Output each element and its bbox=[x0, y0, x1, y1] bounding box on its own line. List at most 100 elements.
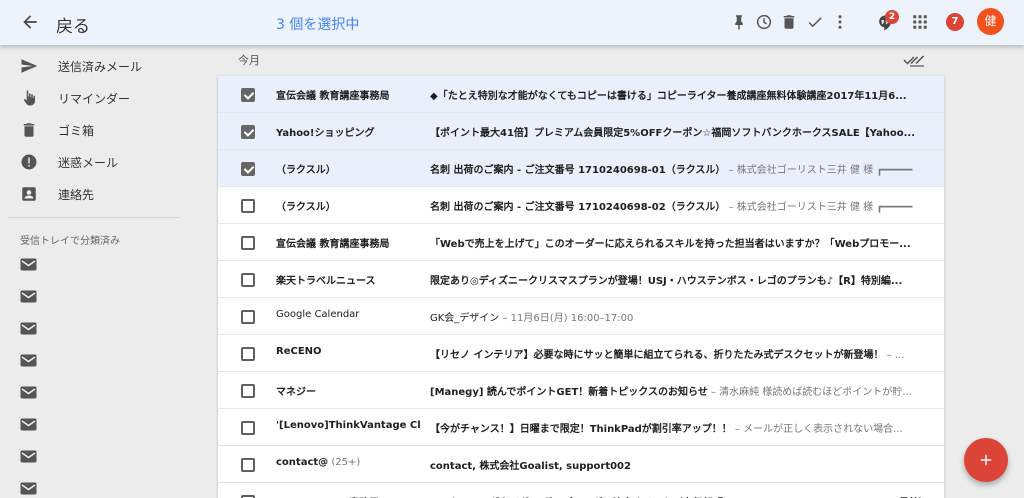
message-row[interactable]: 宣伝会議 教育講座事務局 「Webで売上を上げて」このオーダーに応えられるスキルを… bbox=[218, 224, 944, 261]
row-checkbox[interactable] bbox=[241, 199, 255, 213]
message-row[interactable]: 楽天トラベルニュース 限定あり◎ディズニークリスマスプランが登場！USJ・ハウステ… bbox=[218, 261, 944, 298]
sender-name: ReCENO bbox=[276, 346, 322, 357]
send-icon bbox=[20, 57, 38, 75]
mark-all-done-icon[interactable] bbox=[903, 51, 925, 67]
message-sender: Google Calendar bbox=[276, 309, 421, 320]
row-checkbox[interactable] bbox=[241, 421, 255, 435]
mail-label-icon[interactable] bbox=[20, 386, 37, 399]
message-sender: 宣伝会議 教育講座事務局 bbox=[276, 87, 421, 102]
row-checkbox[interactable] bbox=[241, 310, 255, 324]
sidebar-item-label: 迷惑メール bbox=[58, 156, 119, 170]
sidebar-item-label: ゴミ箱 bbox=[58, 124, 95, 138]
back-arrow-icon[interactable] bbox=[20, 12, 40, 32]
sidebar-item-trash[interactable]: ゴミ箱 bbox=[0, 114, 190, 146]
date-section-header: 今月 bbox=[238, 54, 260, 67]
sidebar-divider bbox=[8, 217, 180, 218]
message-row[interactable]: contact@ (25+) contact, 株式会社Goalist, supp… bbox=[218, 446, 944, 483]
mail-label-icon[interactable] bbox=[20, 482, 37, 495]
sidebar-item-reminders[interactable]: リマインダー bbox=[0, 82, 190, 114]
message-subject-line: 限定あり◎ディズニークリスマスプランが登場！USJ・ハウステンボス・レゴのプラン… bbox=[430, 272, 930, 287]
row-checkbox[interactable] bbox=[241, 273, 255, 287]
more-options-icon[interactable] bbox=[831, 13, 849, 31]
sender-name: Google Calendar bbox=[276, 309, 360, 320]
sidebar-item-contacts[interactable]: 連絡先 bbox=[0, 178, 190, 210]
sender-name: （ラクスル） bbox=[276, 165, 336, 176]
message-row[interactable]: （ラクスル） 名刺 出荷のご案内 - ご注文番号 1710240698-01（ラク… bbox=[218, 150, 944, 187]
delete-trash-icon[interactable] bbox=[780, 13, 798, 31]
message-subject-line: 名刺 出荷のご案内 - ご注文番号 1710240698-02（ラクスル） – … bbox=[430, 198, 930, 213]
message-sender: ReCENO bbox=[276, 346, 421, 357]
mail-label-icon[interactable] bbox=[20, 450, 37, 463]
back-button[interactable]: 戻る bbox=[56, 12, 90, 37]
row-checkbox[interactable] bbox=[241, 162, 255, 176]
mail-label-icon[interactable] bbox=[20, 418, 37, 431]
snooze-clock-icon[interactable] bbox=[755, 13, 773, 31]
row-checkbox[interactable] bbox=[241, 458, 255, 472]
trash-icon bbox=[20, 121, 38, 139]
message-subject-line: 【今がチャンス！】日曜まで限定！ThinkPadが割引率アップ！！ – メールが… bbox=[430, 420, 930, 435]
message-subject-line: [Manegy] 読んでポイントGET！新着トピックスのお知らせ – 清水麻純 … bbox=[430, 383, 930, 398]
thread-count: (25+) bbox=[328, 457, 361, 468]
message-row[interactable]: Yahoo!ショッピング 【ポイント最大41倍】プレミアム会員限定5%OFFクーポ… bbox=[218, 113, 944, 150]
message-row[interactable]: SHOEISHA iD事務局 マーケティングタイガー ガーデニングに注文するワケ（… bbox=[218, 483, 944, 498]
sender-name: （ラクスル） bbox=[276, 202, 336, 213]
message-sender: Yahoo!ショッピング bbox=[276, 124, 421, 139]
top-app-bar: 戻る 3 個を選択中 2 7 健 bbox=[0, 0, 1024, 45]
subject-text: contact, 株式会社Goalist, support002 bbox=[430, 461, 631, 472]
row-checkbox[interactable] bbox=[241, 125, 255, 139]
compose-fab-button[interactable] bbox=[964, 438, 1008, 482]
message-subject-line: 名刺 出荷のご案内 - ご注文番号 1710240698-01（ラクスル） – … bbox=[430, 161, 930, 176]
snippet-text: – ... bbox=[883, 350, 905, 361]
message-list: 宣伝会議 教育講座事務局 ◆「たとえ特別な才能がなくてもコピーは書ける」コピーライ… bbox=[218, 76, 944, 498]
subject-text: 「Webで売上を上げて」このオーダーに応えられるスキルを持った担当者はいますか？… bbox=[430, 239, 911, 250]
row-checkbox[interactable] bbox=[241, 236, 255, 250]
sender-name: contact@ bbox=[276, 457, 329, 468]
message-sender: （ラクスル） bbox=[276, 161, 421, 176]
message-row[interactable]: （ラクスル） 名刺 出荷のご案内 - ご注文番号 1710240698-02（ラク… bbox=[218, 187, 944, 224]
sidebar-item-label: 送信済みメール bbox=[58, 60, 143, 74]
sender-name: '[Lenovo]ThinkVantage Clu. bbox=[276, 420, 421, 431]
message-row[interactable]: マネジー [Manegy] 読んでポイントGET！新着トピックスのお知らせ – 清… bbox=[218, 372, 944, 409]
subject-text: 限定あり◎ディズニークリスマスプランが登場！USJ・ハウステンボス・レゴのプラン… bbox=[430, 276, 903, 287]
subject-text: ◆「たとえ特別な才能がなくてもコピーは書ける」コピーライター養成講座無料体験講座… bbox=[430, 91, 907, 102]
message-sender: '[Lenovo]ThinkVantage Clu. bbox=[276, 420, 421, 431]
message-sender: （ラクスル） bbox=[276, 198, 421, 213]
message-row[interactable]: ReCENO 【リセノ インテリア】必要な時にサッと簡単に組立てられる、折りたたみ… bbox=[218, 335, 944, 372]
mail-label-icon[interactable] bbox=[20, 290, 37, 303]
sidebar-item-spam[interactable]: 迷惑メール bbox=[0, 146, 190, 178]
sender-name: マネジー bbox=[276, 387, 316, 398]
sidebar-item-label: リマインダー bbox=[58, 92, 131, 106]
contacts-icon bbox=[20, 185, 38, 203]
row-checkbox[interactable] bbox=[241, 88, 255, 102]
message-sender: マネジー bbox=[276, 383, 421, 398]
apps-grid-icon[interactable] bbox=[911, 13, 929, 31]
message-sender: contact@ (25+) bbox=[276, 457, 421, 468]
sidebar: 送信済みメール リマインダー ゴミ箱 迷惑メール 連絡先 受信トレイで分類済み bbox=[0, 45, 190, 498]
mail-label-icon[interactable] bbox=[20, 354, 37, 367]
chat-badge: 2 bbox=[885, 10, 899, 24]
message-row[interactable]: Google Calendar GK会_デザイン – 11月6日(月) 16:00… bbox=[218, 298, 944, 335]
mail-label-icon[interactable] bbox=[20, 258, 37, 271]
bundled-section-title: 受信トレイで分類済み bbox=[20, 236, 120, 247]
sidebar-item-sent[interactable]: 送信済みメール bbox=[0, 50, 190, 82]
mark-done-check-icon[interactable] bbox=[806, 13, 824, 31]
message-row[interactable]: '[Lenovo]ThinkVantage Clu. 【今がチャンス！】日曜まで限… bbox=[218, 409, 944, 446]
subject-text: 【ポイント最大41倍】プレミアム会員限定5%OFFクーポン☆福岡ソフトバンクホー… bbox=[430, 128, 915, 139]
row-checkbox[interactable] bbox=[241, 384, 255, 398]
pin-icon[interactable] bbox=[730, 13, 748, 31]
plus-icon bbox=[980, 454, 992, 466]
message-sender: 楽天トラベルニュース bbox=[276, 272, 421, 287]
mail-label-icon[interactable] bbox=[20, 322, 37, 335]
notifications-badge[interactable]: 7 bbox=[946, 13, 964, 31]
sender-name: 宣伝会議 教育講座事務局 bbox=[276, 91, 390, 102]
message-subject-line: 【ポイント最大41倍】プレミアム会員限定5%OFFクーポン☆福岡ソフトバンクホー… bbox=[430, 124, 930, 139]
message-subject-line: 【リセノ インテリア】必要な時にサッと簡単に組立てられる、折りたたみ式デスクセッ… bbox=[430, 346, 930, 361]
subject-text: GK会_デザイン bbox=[430, 313, 500, 324]
row-checkbox[interactable] bbox=[241, 347, 255, 361]
snippet-text: – 株式会社ゴーリスト三井 健 様 ┏━━━━━ bbox=[725, 165, 913, 176]
account-avatar[interactable]: 健 bbox=[977, 8, 1004, 35]
selection-count: 3 個を選択中 bbox=[276, 17, 360, 33]
sender-name: 宣伝会議 教育講座事務局 bbox=[276, 239, 390, 250]
message-row[interactable]: 宣伝会議 教育講座事務局 ◆「たとえ特別な才能がなくてもコピーは書ける」コピーライ… bbox=[218, 76, 944, 113]
snippet-text: – メールが正しく表示されない場合... bbox=[731, 424, 903, 435]
